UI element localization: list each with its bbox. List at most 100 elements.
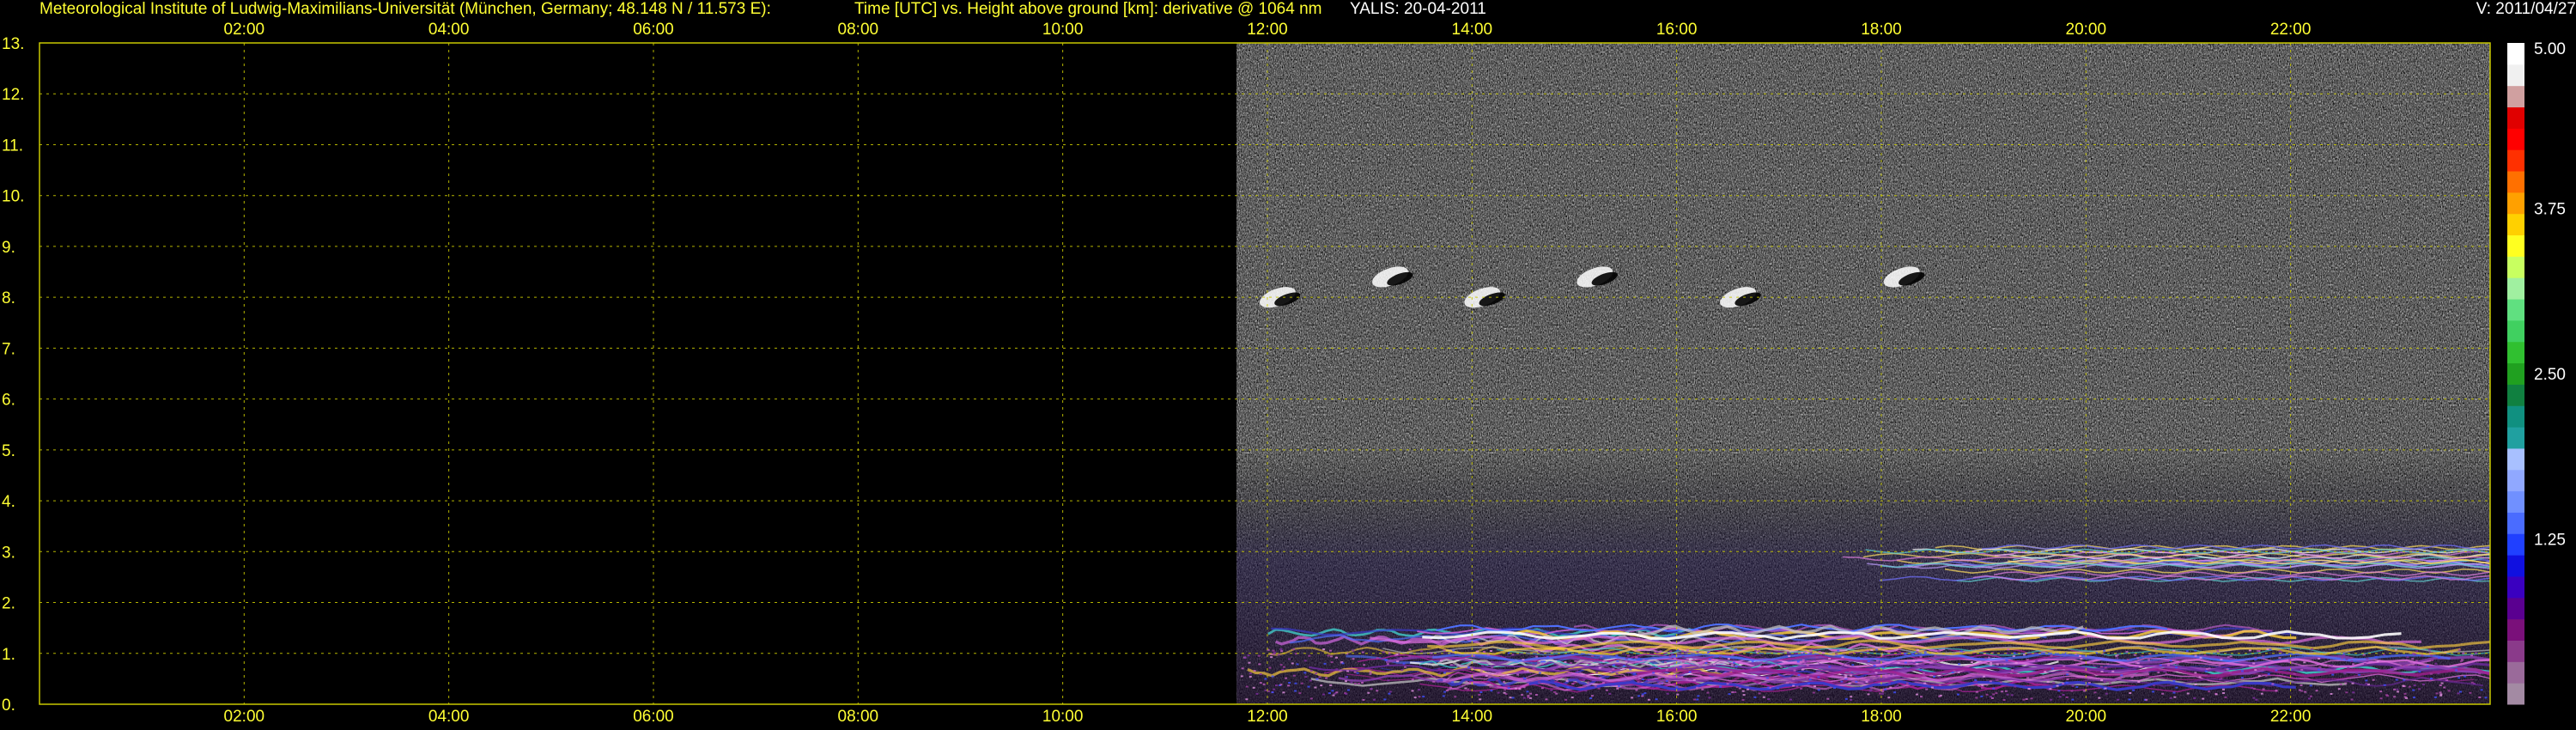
ground-noise-pixel [2165,672,2168,675]
ground-noise-pixel [1850,674,1853,677]
y-tick-label: 7. [2,340,15,358]
ground-noise-pixel [2220,658,2223,660]
ground-noise-pixel [1665,668,1668,671]
ground-noise-pixel [2130,676,2134,678]
ground-noise-pixel [1686,678,1689,681]
ground-noise-pixel [1866,649,1869,652]
ground-noise-pixel [2349,657,2353,660]
ground-noise-pixel [2439,694,2443,697]
ground-noise-pixel [1350,681,1353,684]
ground-noise-pixel [1281,668,1285,671]
ground-noise-pixel [1681,660,1685,663]
ground-noise-pixel [2318,657,2321,660]
ground-noise-pixel [1760,666,1764,667]
ground-noise-pixel [1303,672,1307,674]
ground-noise-pixel [2138,666,2142,668]
ground-noise-pixel [1783,666,1786,668]
ground-noise-pixel [2418,671,2421,673]
ground-noise-pixel [1651,686,1655,689]
ground-noise-pixel [1837,649,1840,652]
ground-noise-pixel [1641,678,1644,680]
ground-noise-pixel [1528,697,1532,699]
ground-noise-pixel [1314,686,1317,689]
ground-noise-pixel [1818,651,1821,654]
ground-noise-pixel [1889,686,1893,689]
ground-noise-pixel [2152,690,2154,693]
ground-noise-pixel [1996,663,1999,666]
ground-noise-pixel [1741,698,1745,701]
ground-noise-pixel [1418,689,1420,691]
ground-noise-pixel [1534,694,1538,696]
ground-noise-pixel [2117,698,2120,701]
ground-noise-pixel [1726,683,1729,685]
ground-noise-pixel [1696,686,1698,689]
ground-noise-pixel [2478,697,2482,698]
ground-noise-pixel [2051,667,2055,670]
ground-noise-pixel [2087,682,2091,684]
ground-noise-pixel [2026,678,2029,681]
ground-noise-pixel [1734,691,1737,693]
ground-noise-pixel [1887,697,1891,699]
ground-noise-pixel [2109,682,2111,684]
ground-noise-pixel [1419,650,1423,653]
ground-noise-pixel [1404,666,1406,668]
ground-noise-pixel [1774,677,1777,679]
ground-noise-pixel [1693,698,1697,701]
colorbar-swatch [2507,149,2524,172]
ground-noise-pixel [1449,664,1453,666]
ground-noise-pixel [1308,654,1311,657]
ground-noise-pixel [2071,684,2075,687]
ground-noise-pixel [1538,651,1540,653]
ground-noise-pixel [1432,680,1436,683]
ground-noise-pixel [1844,674,1848,677]
ground-noise-pixel [1738,687,1741,690]
ground-noise-pixel [1294,690,1297,692]
colorbar-swatch [2507,575,2524,599]
ground-noise-pixel [1855,680,1858,683]
ground-noise-pixel [2414,654,2417,656]
ground-noise-pixel [2035,660,2038,662]
ground-noise-pixel [2409,661,2413,664]
ground-noise-pixel [1615,672,1619,674]
ground-noise-pixel [1847,663,1850,666]
ground-noise-pixel [1439,660,1443,662]
ground-noise-pixel [1686,649,1689,652]
ground-noise-pixel [1271,675,1274,678]
ground-noise-pixel [1280,650,1284,653]
ground-noise-pixel [1815,656,1819,659]
ground-noise-pixel [1815,670,1819,672]
ground-noise-pixel [2403,664,2406,666]
ground-noise-pixel [1699,659,1703,661]
ground-noise-pixel [2163,670,2166,672]
ground-noise-pixel [2379,697,2383,700]
ground-noise-pixel [1786,651,1789,654]
ground-noise-pixel [1890,673,1893,676]
ground-noise-pixel [1245,685,1249,688]
ground-noise-pixel [1828,658,1832,660]
ground-noise-pixel [2437,672,2440,675]
ground-noise-pixel [2372,678,2375,681]
ground-noise-pixel [1345,676,1348,678]
lidar-chart: 02:00 04:00 06:00 08:00 10:00 12:00 14:00 16:00… [2,21,2566,726]
y-tick-label: 4. [2,493,15,511]
ground-noise-pixel [1609,671,1613,673]
ground-noise-pixel [2429,672,2433,675]
ground-noise-pixel [1612,668,1615,671]
ground-noise-pixel [2343,672,2347,675]
ground-noise-pixel [2408,685,2411,688]
ground-noise-pixel [1279,648,1283,650]
ground-noise-pixel [1540,660,1544,663]
ground-noise-pixel [1762,696,1765,698]
ground-noise-pixel [1400,669,1404,672]
ground-noise-pixel [1329,684,1333,686]
ground-noise-pixel [1558,665,1561,667]
ground-noise-pixel [1792,684,1795,687]
ground-noise-pixel [1797,674,1801,676]
ground-noise-pixel [1275,684,1278,686]
ground-noise-pixel [2327,665,2330,667]
ground-noise-pixel [1758,682,1761,684]
ground-noise-pixel [2411,658,2415,660]
ground-noise-pixel [2413,684,2416,686]
ground-noise-pixel [2303,661,2306,664]
ground-noise-pixel [2261,668,2264,671]
